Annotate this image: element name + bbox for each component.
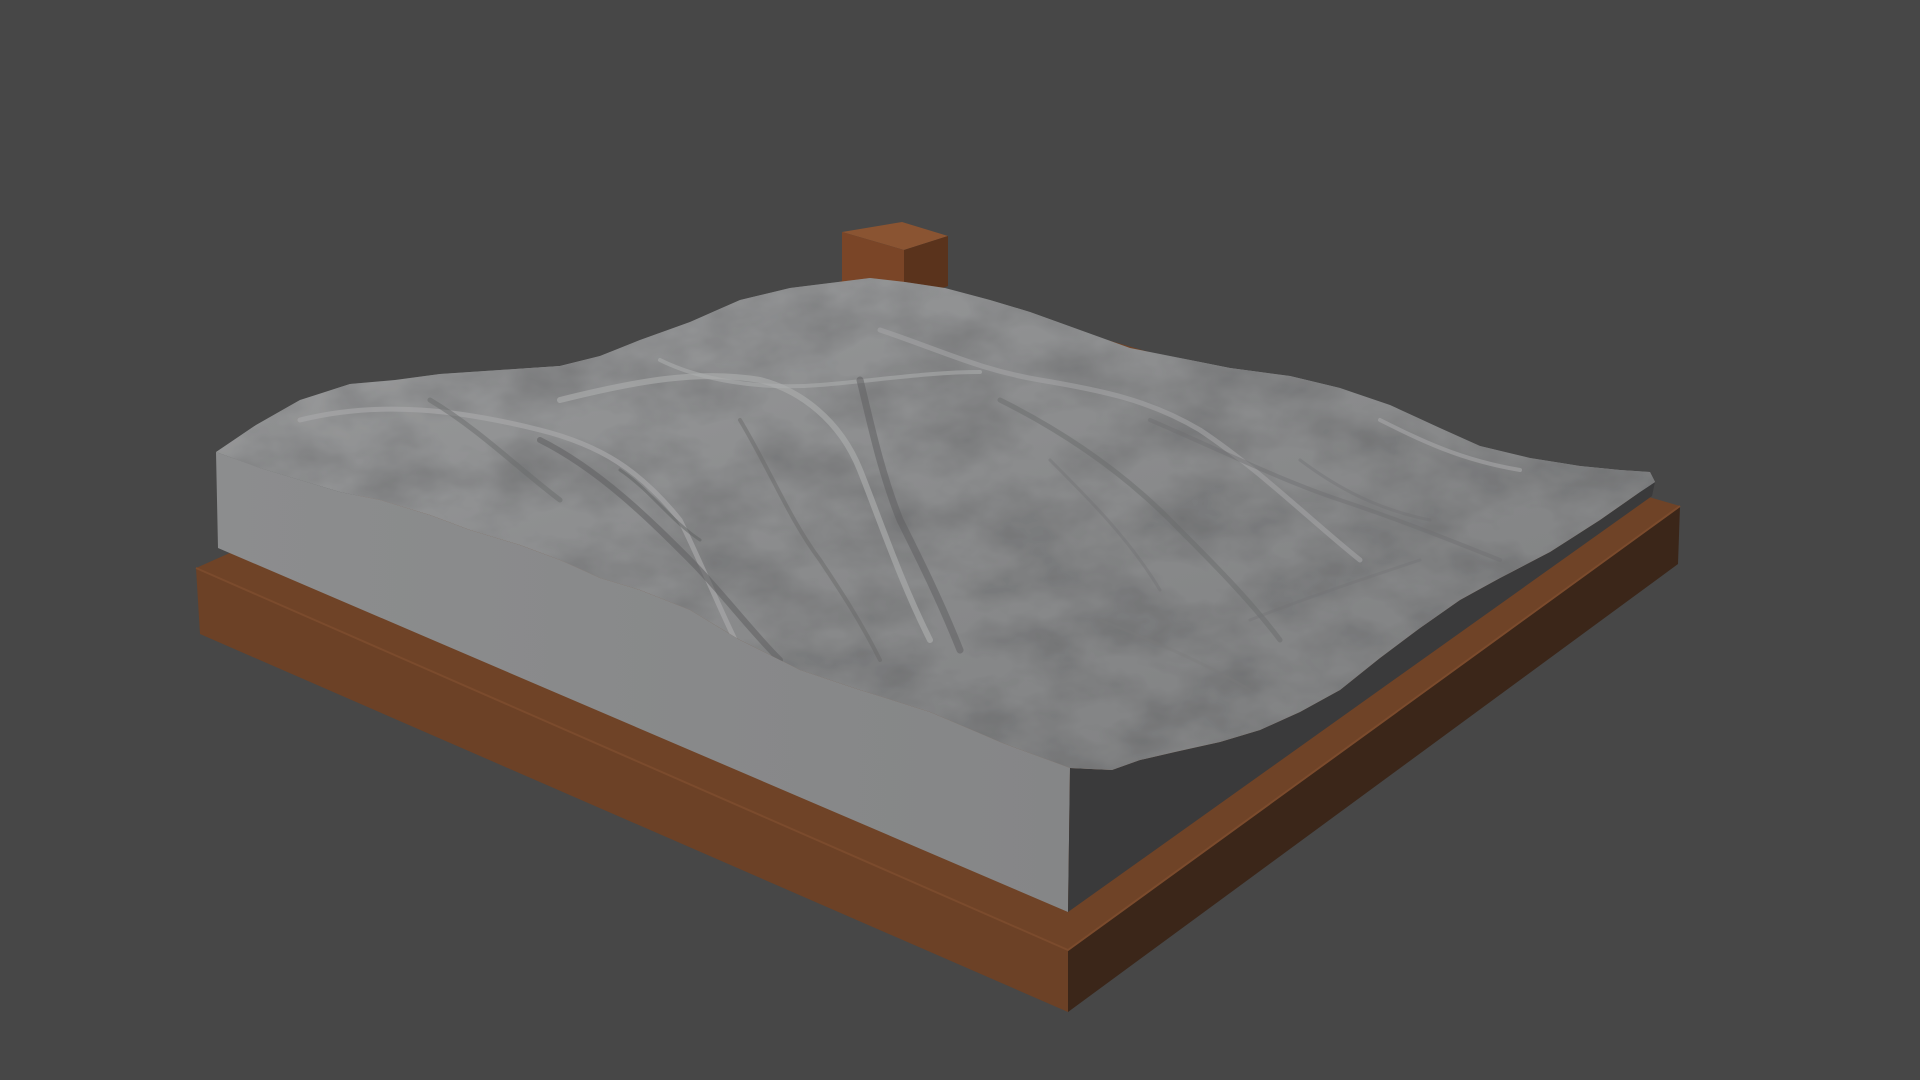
3d-viewport[interactable] — [0, 0, 1920, 1080]
terrain-model-render — [195, 222, 1681, 1012]
